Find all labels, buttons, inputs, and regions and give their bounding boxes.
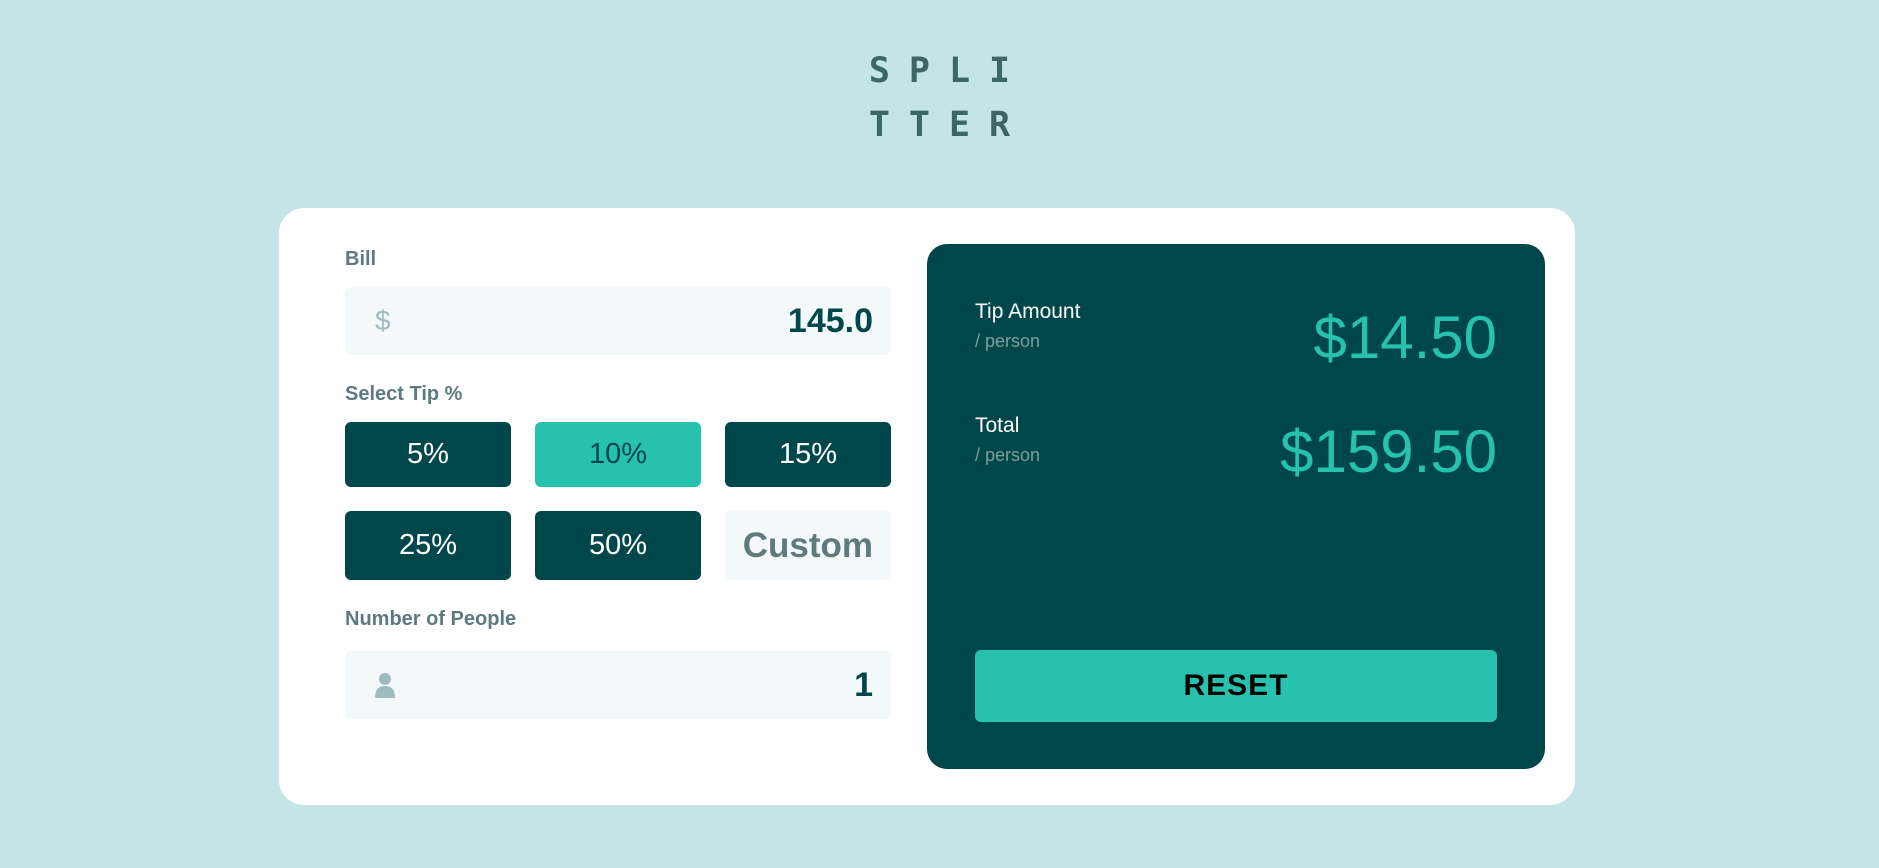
- bill-value: 145.0: [787, 302, 873, 340]
- tip-button-50[interactable]: 50%: [535, 511, 701, 580]
- tip-button-5[interactable]: 5%: [345, 422, 511, 487]
- people-label: Number of People: [345, 608, 517, 630]
- tip-button-25[interactable]: 25%: [345, 511, 511, 580]
- person-icon: [375, 651, 395, 719]
- people-input[interactable]: 1: [345, 651, 891, 719]
- input-panel: Bill $ 145.0 Select Tip % 5% 10% 15% 25%…: [345, 248, 891, 719]
- tip-amount-value: $14.50: [1313, 304, 1497, 371]
- total-row: Total / person $159.50: [975, 414, 1497, 482]
- reset-button[interactable]: RESET: [975, 650, 1497, 722]
- tip-button-10[interactable]: 10%: [535, 422, 701, 487]
- logo-line-1: SPLI: [868, 51, 1030, 91]
- tip-amount-row: Tip Amount / person $14.50: [975, 300, 1497, 368]
- app-logo: SPLI TTER: [0, 44, 1879, 152]
- tip-label: Select Tip %: [345, 383, 463, 405]
- bill-label: Bill: [345, 248, 377, 270]
- dollar-icon: $: [375, 305, 391, 336]
- bill-input[interactable]: $ 145.0: [345, 287, 891, 355]
- people-value: 1: [854, 666, 873, 704]
- total-value: $159.50: [1280, 418, 1497, 485]
- result-panel: Tip Amount / person $14.50 Total / perso…: [927, 244, 1545, 769]
- tip-options: 5% 10% 15% 25% 50% Custom: [345, 422, 891, 580]
- logo-line-2: TTER: [868, 105, 1030, 145]
- custom-tip-input[interactable]: Custom: [725, 511, 891, 580]
- tip-button-15[interactable]: 15%: [725, 422, 891, 487]
- calculator-card: Bill $ 145.0 Select Tip % 5% 10% 15% 25%…: [279, 208, 1575, 805]
